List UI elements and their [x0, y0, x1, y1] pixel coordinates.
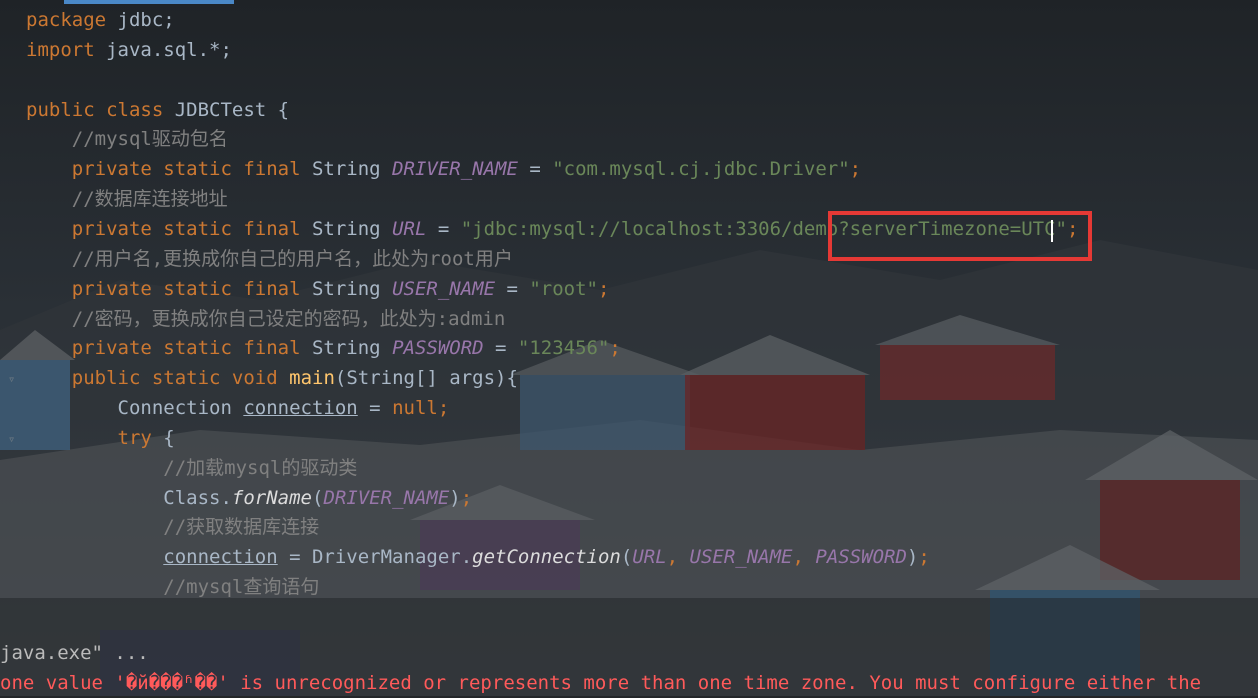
- code-token: "com.mysql.cj.jdbc.Driver": [552, 158, 850, 181]
- code-line[interactable]: Class.forName(DRIVER_NAME);: [26, 483, 472, 513]
- code-token: //mysql驱动包名: [26, 128, 228, 151]
- code-token: ): [906, 546, 919, 569]
- code-line[interactable]: //密码，更换成你自己设定的密码，此处为:admin: [26, 304, 506, 334]
- code-token: "root": [529, 277, 598, 300]
- code-token: ,: [666, 546, 690, 569]
- code-token: //数据库连接地址: [26, 188, 228, 211]
- code-line[interactable]: Connection connection = null;: [26, 393, 450, 423]
- code-token: =: [495, 277, 530, 300]
- code-line[interactable]: private static final String DRIVER_NAME …: [26, 154, 861, 184]
- code-token: DRIVER_NAME: [392, 158, 518, 181]
- code-token: private static final: [26, 158, 301, 181]
- code-token: String: [300, 337, 393, 360]
- console-error-line: one value '�й���ʱ��' is unrecognized or …: [0, 672, 1202, 694]
- code-token: = DriverManager.: [277, 546, 473, 569]
- code-token: (String[] args){: [334, 367, 518, 390]
- code-token: =: [426, 217, 461, 240]
- code-token: //用户名,更换成你自己的用户名，此处为root用户: [26, 247, 513, 270]
- code-token: PASSWORD: [815, 546, 907, 569]
- code-editor[interactable]: package jdbc; import java.sql.*; public cl…: [0, 0, 1258, 598]
- code-token: USER_NAME: [392, 277, 496, 300]
- code-token: PASSWORD: [392, 337, 484, 360]
- code-token: USER_NAME: [689, 546, 793, 569]
- code-token: =: [517, 158, 553, 181]
- code-token: public static void: [26, 367, 278, 390]
- code-token: import: [26, 38, 95, 61]
- code-token: //加载mysql的驱动类: [26, 456, 358, 479]
- code-token: String: [300, 217, 393, 240]
- code-token: (: [620, 546, 633, 569]
- code-line[interactable]: public static void main(String[] args){: [26, 363, 518, 393]
- code-token: ;: [918, 546, 930, 569]
- code-line[interactable]: public class JDBCTest {: [26, 95, 289, 125]
- code-line[interactable]: //数据库连接地址: [26, 184, 228, 214]
- code-token: DRIVER_NAME: [323, 486, 450, 509]
- code-token: JDBCTest {: [163, 98, 290, 121]
- code-token: connection: [243, 397, 358, 420]
- code-token: java.sql.*;: [94, 38, 232, 61]
- code-line[interactable]: private static final String USER_NAME = …: [26, 274, 610, 304]
- code-line[interactable]: try {: [26, 423, 175, 453]
- code-token: jdbc;: [106, 9, 175, 31]
- text-caret: [1051, 220, 1053, 242]
- code-token: Class.: [26, 486, 232, 509]
- code-token: (: [311, 486, 324, 509]
- code-token: ;: [437, 397, 450, 420]
- code-token: ;: [597, 277, 610, 300]
- code-token: String: [300, 158, 393, 181]
- code-token: ;: [849, 158, 862, 181]
- code-token: getConnection: [472, 546, 621, 569]
- code-token: try: [26, 426, 152, 449]
- code-token: URL: [632, 546, 667, 569]
- code-token: ,: [792, 546, 816, 569]
- code-line[interactable]: connection = DriverManager.getConnection…: [26, 542, 930, 572]
- code-token: ;: [609, 337, 621, 360]
- code-line[interactable]: import java.sql.*;: [26, 35, 232, 65]
- code-token: package: [26, 9, 107, 31]
- code-token: connection: [163, 546, 278, 569]
- code-token: URL: [392, 217, 427, 240]
- code-token: {: [151, 426, 175, 449]
- code-line[interactable]: //mysql驱动包名: [26, 124, 228, 154]
- fold-icon[interactable]: ▿: [8, 432, 20, 446]
- code-token: forName: [231, 486, 312, 509]
- code-token: public class: [26, 98, 164, 121]
- active-tab-indicator: [64, 0, 234, 4]
- code-line[interactable]: private static final String PASSWORD = "…: [26, 333, 621, 363]
- code-token: private static final: [26, 337, 301, 360]
- console-command-line: java.exe" ...: [0, 642, 149, 664]
- code-token: ;: [460, 486, 473, 509]
- code-token: private static final: [26, 277, 301, 300]
- code-token: Connection: [26, 397, 244, 420]
- code-line[interactable]: //加载mysql的驱动类: [26, 453, 357, 483]
- code-token: "123456": [517, 337, 610, 360]
- code-token: String: [300, 277, 393, 300]
- code-token: main: [289, 367, 335, 390]
- code-token: //密码，更换成你自己设定的密码，此处为:admin: [26, 307, 506, 330]
- code-token: =: [483, 337, 518, 360]
- code-line[interactable]: package jdbc;: [26, 5, 175, 35]
- code-token: null: [392, 397, 438, 420]
- fold-icon[interactable]: ▿: [8, 372, 20, 386]
- code-line[interactable]: //获取数据库连接: [26, 512, 319, 542]
- code-token: //mysql查询语句: [26, 576, 320, 599]
- code-token: ): [449, 486, 461, 509]
- code-line[interactable]: //用户名,更换成你自己的用户名，此处为root用户: [26, 244, 513, 274]
- code-token: //获取数据库连接: [26, 516, 320, 539]
- code-token: private static final: [26, 217, 301, 240]
- code-token: =: [357, 397, 393, 420]
